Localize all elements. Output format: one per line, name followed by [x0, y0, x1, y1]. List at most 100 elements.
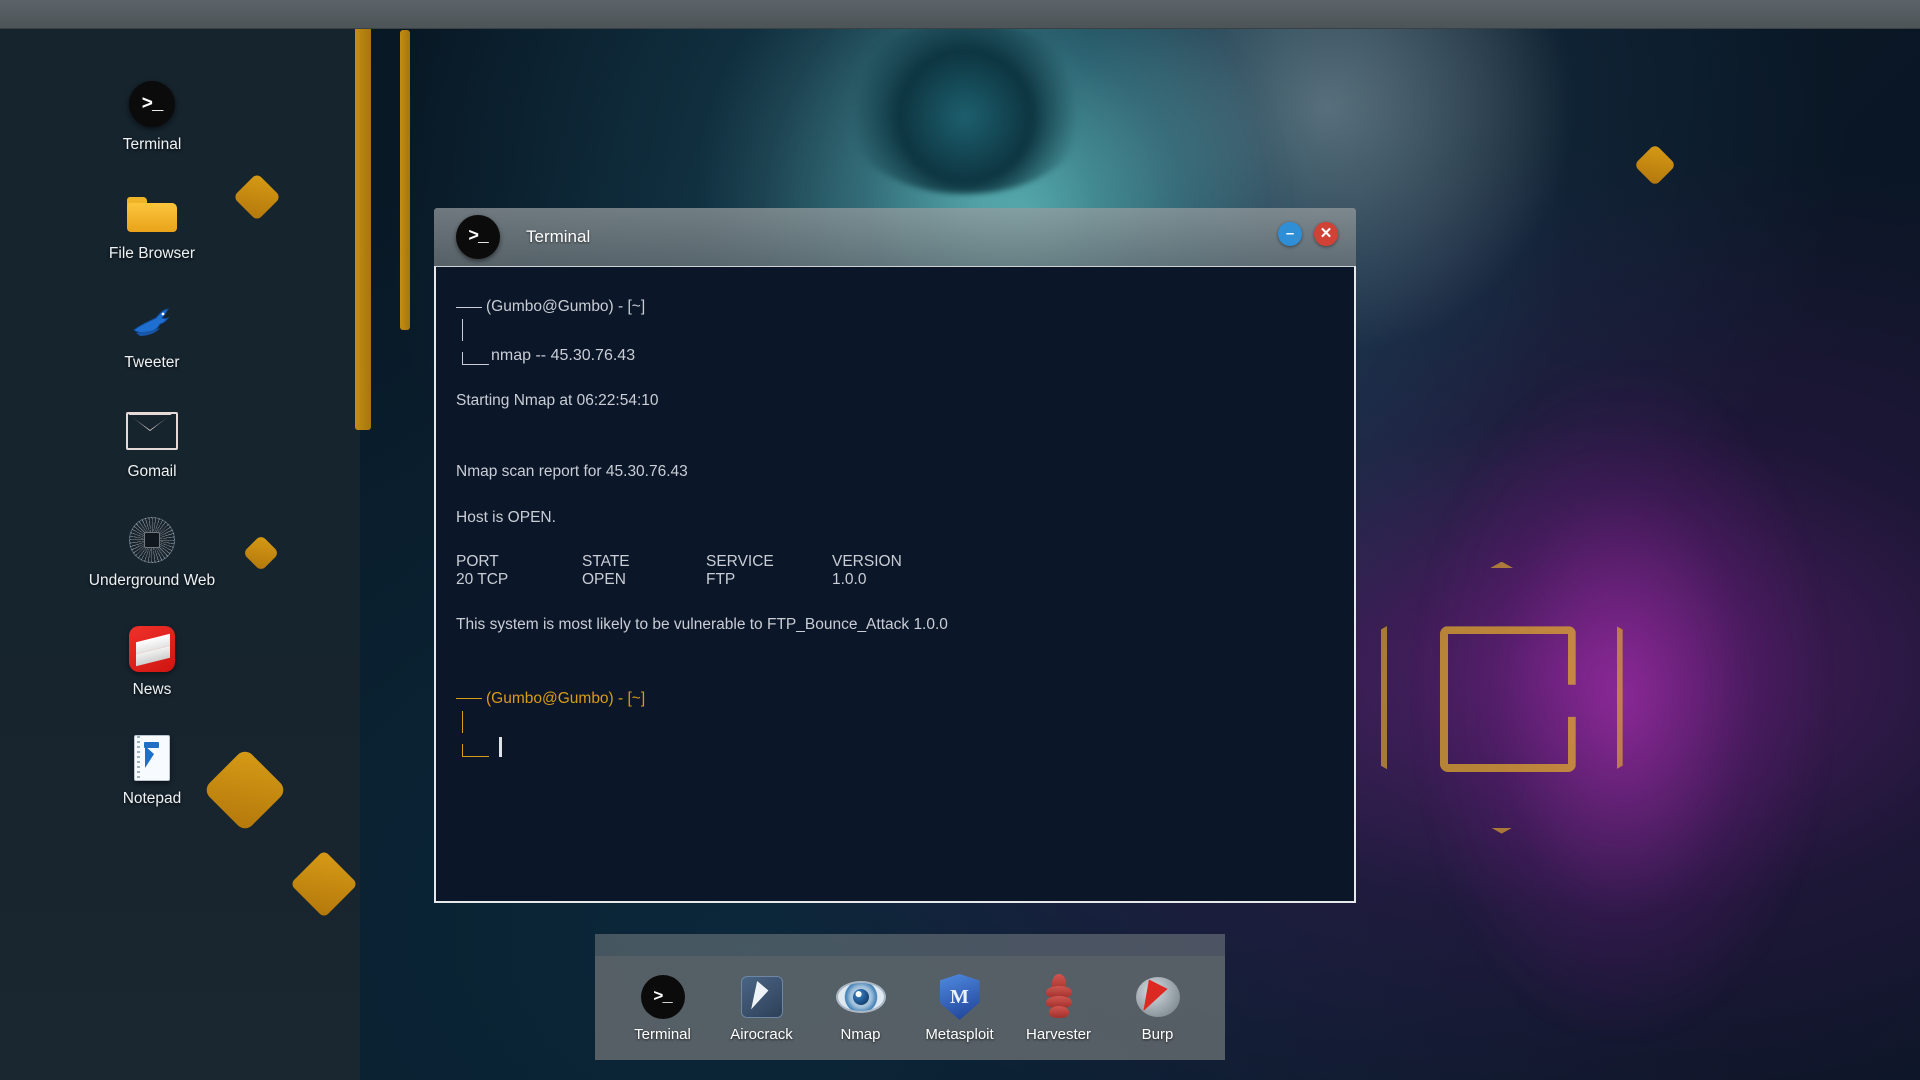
folder-icon	[62, 187, 242, 239]
desktop-icon-news[interactable]: News	[62, 623, 242, 698]
eye-icon-shape	[835, 981, 886, 1013]
notepad-pen-cap	[144, 742, 159, 749]
dock-item-label: Nmap	[840, 1026, 881, 1043]
desktop-icon-label: Gomail	[127, 463, 177, 481]
terminal-starting-line: Starting Nmap at 06:22:54:10	[456, 392, 659, 409]
dock-item-terminal[interactable]: >_ Terminal	[614, 973, 712, 1043]
terminal-window: >_ Terminal – ✕ (Gumbo@Gumbo) - [~] nmap…	[434, 208, 1356, 903]
terminal-spacer	[446, 410, 1344, 436]
desktop-icon-notepad[interactable]: Notepad	[62, 732, 242, 807]
terminal-spacer	[446, 527, 1344, 553]
close-icon: ✕	[1319, 224, 1333, 242]
desktop-icon-underground-web[interactable]: Underground Web	[62, 514, 242, 589]
terminal-icon-circle: >_	[640, 975, 685, 1019]
table-cell-version: 1.0.0	[832, 571, 867, 589]
dock-item-label: Terminal	[634, 1026, 691, 1043]
prompt-command: nmap -- 45.30.76.43	[491, 347, 636, 364]
prompt-pipe	[462, 319, 463, 341]
minimize-button[interactable]: –	[1278, 222, 1302, 246]
folder-icon-shape	[127, 194, 177, 233]
terminal-spacer	[446, 661, 1344, 687]
prompt-pipe	[462, 710, 463, 733]
dock-backplate	[595, 934, 1225, 956]
table-header-port: PORT	[456, 553, 499, 571]
news-icon	[62, 623, 242, 675]
table-cell-port: 20 TCP	[456, 571, 509, 589]
wheat-icon-shape	[1042, 974, 1076, 1020]
terminal-spacer	[446, 589, 1344, 615]
dock-item-harvester[interactable]: Harvester	[1010, 973, 1108, 1043]
dock-item-metasploit[interactable]: M Metasploit	[911, 973, 1009, 1043]
desktop-icon-label: News	[132, 681, 172, 699]
prompt-host: (Gumbo@Gumbo) - [~]	[486, 689, 646, 707]
prompt-dash	[456, 306, 482, 308]
prompt-corner	[462, 352, 489, 365]
prompt-command-row: nmap -- 45.30.76.43	[456, 341, 1344, 365]
burp-lightning-icon	[1109, 973, 1207, 1021]
prompt-corner	[462, 743, 489, 757]
wallpaper-bar	[400, 30, 410, 330]
shield-icon-shape: M	[939, 974, 980, 1020]
desktop-icon-label: File Browser	[108, 245, 196, 263]
table-cell-service: FTP	[706, 571, 736, 589]
envelope-icon	[62, 405, 242, 457]
table-header-state: STATE	[582, 553, 630, 571]
wheat-icon	[1010, 973, 1108, 1021]
notepad-icon	[62, 732, 242, 784]
desktop-icon-gomail[interactable]: Gomail	[62, 405, 242, 480]
table-cell-state: OPEN	[582, 571, 626, 589]
dock-item-nmap[interactable]: Nmap	[812, 973, 910, 1043]
prompt-input-row[interactable]	[456, 733, 1344, 757]
terminal-spacer	[446, 635, 1344, 661]
compass-web-icon	[62, 514, 242, 566]
prompt-host-row: (Gumbo@Gumbo) - [~]	[456, 687, 1344, 711]
desktop-icon-label: Notepad	[122, 790, 182, 808]
eye-pupil	[852, 989, 869, 1005]
dock-taskbar: >_ Terminal Airocrack Nmap M Metasploit	[595, 956, 1225, 1060]
prompt-pipe-row	[456, 319, 1344, 341]
news-icon-shape	[129, 626, 175, 673]
bird-icon	[62, 296, 242, 348]
prompt-host-row: (Gumbo@Gumbo) - [~]	[456, 295, 1344, 319]
desktop-icon-tweeter[interactable]: Tweeter	[62, 296, 242, 371]
wallpaper-eye-detail	[840, 21, 1091, 195]
terminal-host-status-line: Host is OPEN.	[456, 508, 556, 526]
top-system-bar[interactable]	[0, 0, 1920, 29]
minimize-icon: –	[1285, 224, 1295, 242]
desktop-icon-label: Underground Web	[88, 572, 216, 590]
dock-item-label: Harvester	[1025, 1026, 1092, 1043]
text-cursor	[499, 736, 502, 757]
desktop-screen: >_ Terminal File Browser Tweeter Gomail …	[0, 0, 1920, 1080]
terminal-table-header: PORT STATE SERVICE VERSION	[446, 553, 1344, 571]
wallpaper-bar	[355, 0, 371, 430]
terminal-output-area[interactable]: (Gumbo@Gumbo) - [~] nmap -- 45.30.76.43 …	[434, 266, 1356, 903]
dock-item-airocrack[interactable]: Airocrack	[713, 973, 811, 1043]
prompt-pipe-row	[456, 710, 1344, 733]
eye-icon	[812, 973, 910, 1021]
table-header-version: VERSION	[832, 553, 902, 571]
notepad-icon-shape	[134, 735, 170, 782]
airocrack-icon-shape	[740, 976, 783, 1018]
terminal-titlebar[interactable]: >_ Terminal – ✕	[434, 208, 1356, 266]
shield-m-icon: M	[911, 973, 1009, 1021]
desktop-icon-terminal[interactable]: >_ Terminal	[62, 78, 242, 153]
terminal-spacer	[446, 482, 1344, 508]
wheat-leaf	[1048, 1006, 1069, 1018]
terminal-vulnerability-line: This system is most likely to be vulnera…	[456, 616, 948, 634]
terminal-prompt-top: (Gumbo@Gumbo) - [~] nmap -- 45.30.76.43	[446, 295, 1344, 365]
desktop-icon-file-browser[interactable]: File Browser	[62, 187, 242, 262]
window-controls: – ✕	[1278, 222, 1338, 246]
dock-item-label: Metasploit	[925, 1026, 994, 1043]
airocrack-lightning-icon	[713, 973, 811, 1021]
table-header-service: SERVICE	[706, 553, 774, 571]
desktop-icon-label: Tweeter	[124, 354, 180, 372]
dock-item-burp[interactable]: Burp	[1109, 973, 1207, 1043]
terminal-spacer	[446, 365, 1344, 391]
terminal-icon: >_	[62, 78, 242, 130]
dock-item-label: Airocrack	[730, 1026, 793, 1043]
bird-icon-svg	[133, 308, 170, 337]
burp-icon-shape	[1135, 977, 1180, 1017]
close-button[interactable]: ✕	[1314, 222, 1338, 246]
desktop-icon-label: Terminal	[122, 136, 182, 153]
terminal-prompt-bottom: (Gumbo@Gumbo) - [~]	[446, 687, 1344, 757]
